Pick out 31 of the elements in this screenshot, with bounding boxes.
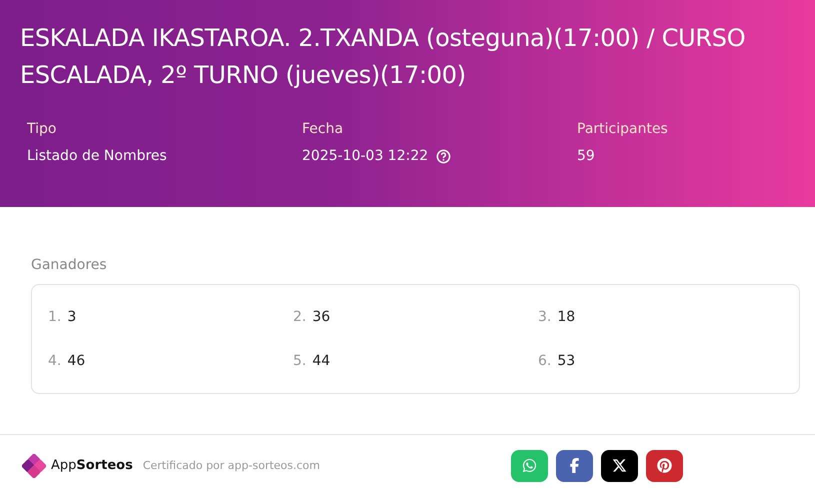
winner-rank: 5. (293, 353, 306, 369)
winner-name: 18 (557, 309, 576, 325)
certified-text: Certificado por app-sorteos.com (142, 459, 320, 472)
winner-rank: 6. (538, 353, 552, 369)
winner-name: 53 (557, 353, 576, 369)
winner-name: 36 (312, 309, 330, 325)
whatsapp-icon (522, 458, 537, 473)
winners-heading: Ganadores (31, 257, 108, 273)
brand-name: AppSorteos (51, 458, 133, 473)
facebook-icon (567, 458, 582, 473)
draw-title: ESKALADA IKASTAROA. 2.TXANDA (osteguna)(17:00) / CURSO ESCALADA, 2º TURNO (jueves)(17:00) (20, 23, 746, 91)
x-share-button[interactable] (601, 450, 638, 482)
winner-rank: 4. (48, 353, 62, 369)
detail-label: Participantes (577, 120, 669, 139)
detail-value: 2025-10-03 12:22 (302, 147, 428, 166)
winner-rank: 3. (538, 309, 552, 325)
help-icon[interactable] (436, 148, 452, 164)
winner-name: 3 (67, 309, 76, 325)
x-icon (612, 458, 627, 473)
winner-rank: 1. (48, 309, 62, 325)
facebook-share-button[interactable] (556, 450, 593, 482)
detail-label: Tipo (27, 120, 58, 139)
pinterest-share-button[interactable] (646, 450, 683, 482)
pinterest-icon (657, 458, 672, 473)
winner-name: 44 (312, 353, 330, 369)
detail-value: 59 (577, 147, 595, 166)
winner-name: 46 (67, 353, 86, 369)
detail-label: Fecha (302, 120, 344, 139)
logo-icon (22, 454, 46, 478)
winner-rank: 2. (293, 309, 306, 325)
detail-value: Listado de Nombres (27, 147, 167, 166)
